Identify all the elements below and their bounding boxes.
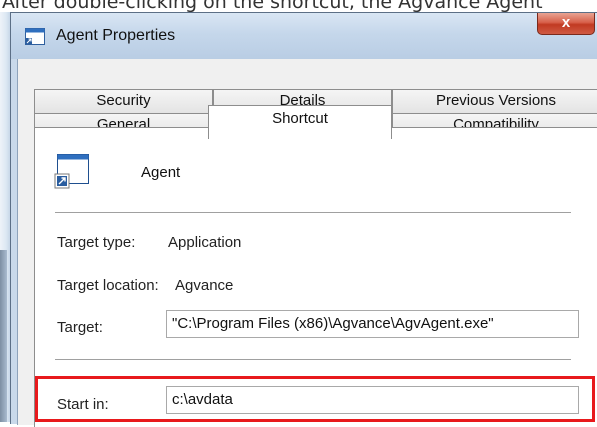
- background-window-edge-dark: [0, 250, 7, 422]
- divider: [55, 212, 571, 213]
- shortcut-name: Agent: [141, 164, 181, 181]
- target-type-value: Application: [168, 234, 242, 251]
- window-title: Agent Properties: [56, 27, 176, 44]
- tab-shortcut[interactable]: Shortcut: [208, 105, 392, 139]
- close-button[interactable]: x: [537, 13, 595, 35]
- caption-strip: After double-clicking on the shortcut, t…: [0, 0, 597, 12]
- caption-text: After double-clicking on the shortcut, t…: [2, 0, 543, 12]
- target-field[interactable]: "C:\Program Files (x86)\Agvance\AgvAgent…: [166, 310, 579, 338]
- agent-properties-dialog: Agent Properties x Security Details Prev…: [10, 12, 597, 427]
- target-type-label: Target type:: [57, 234, 136, 251]
- title-bar: Agent Properties x: [11, 13, 597, 59]
- tab-security[interactable]: Security: [34, 89, 213, 113]
- target-location-value: Agvance: [175, 277, 234, 294]
- target-label: Target:: [57, 319, 103, 336]
- dialog-client-area: Security Details Previous Versions Gener…: [17, 59, 597, 427]
- start-in-highlight-box: [35, 376, 595, 422]
- shortcut-icon: [54, 154, 89, 189]
- target-location-label: Target location:: [57, 277, 159, 294]
- divider: [55, 359, 571, 360]
- window-app-icon: [25, 28, 45, 45]
- tab-previous-versions[interactable]: Previous Versions: [392, 89, 597, 113]
